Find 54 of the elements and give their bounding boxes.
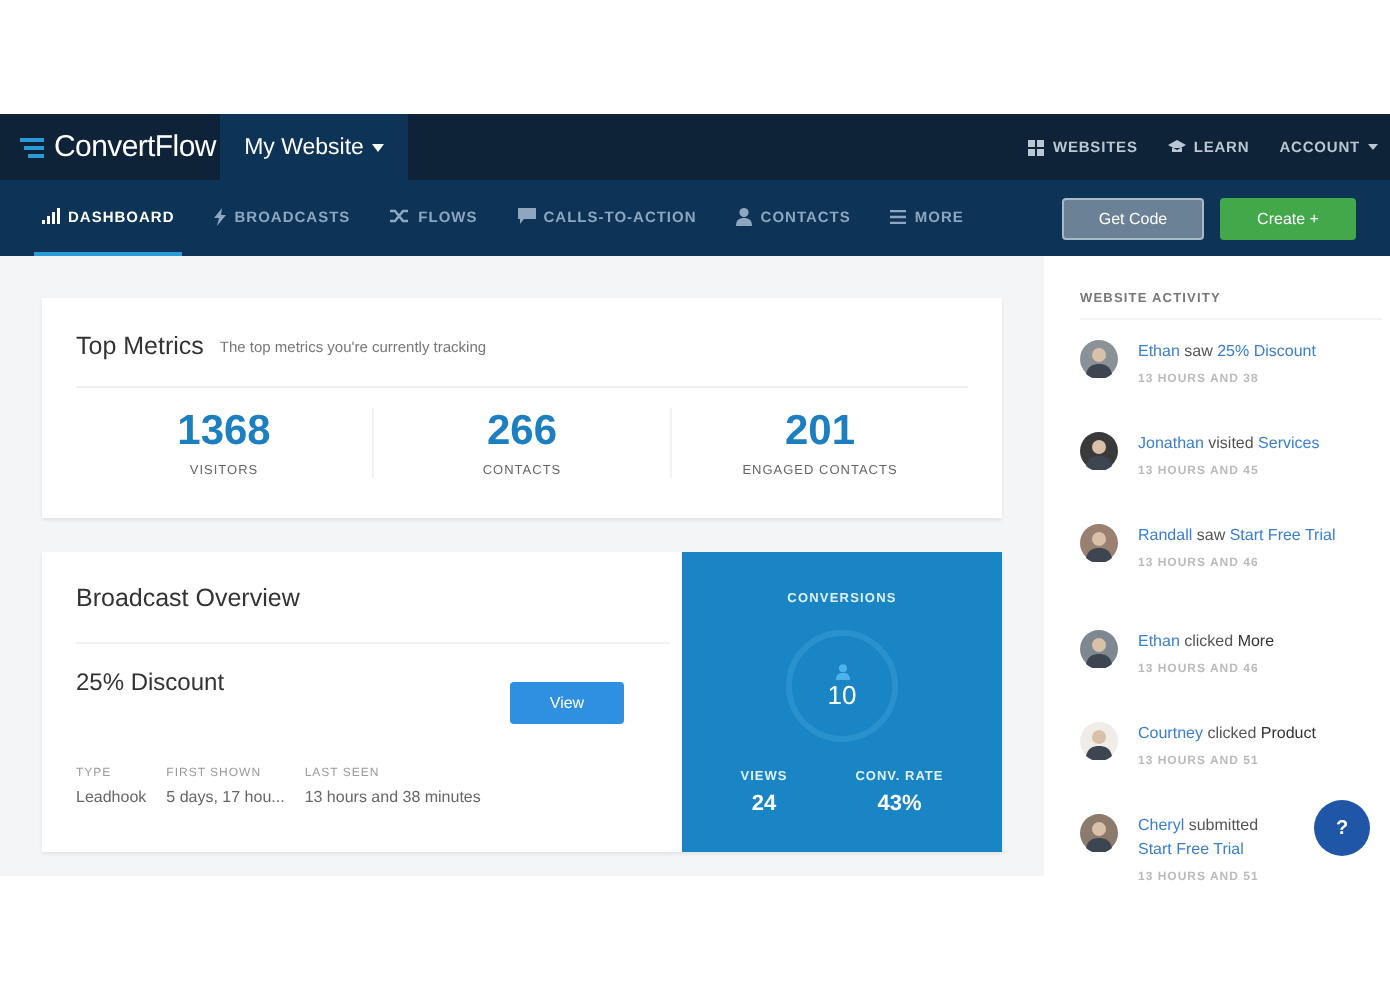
target-link[interactable]: 25% Discount — [1217, 342, 1316, 360]
action-button[interactable]: Get Code — [1062, 197, 1204, 239]
help-button[interactable]: ? — [1314, 800, 1370, 856]
avatar-icon — [1080, 630, 1118, 668]
lightning-icon — [214, 207, 227, 225]
activity-text: Jonathan visited Services — [1138, 432, 1322, 456]
card-title: Broadcast Overview — [76, 583, 300, 611]
activity-text: Cheryl submitted Start Free Trial — [1138, 814, 1261, 862]
view-button[interactable]: View — [510, 682, 624, 724]
user-link[interactable]: Jonathan — [1138, 434, 1204, 452]
user-link[interactable]: Randall — [1138, 526, 1193, 544]
user-link[interactable]: Courtney — [1138, 724, 1203, 742]
caret-icon — [371, 143, 384, 151]
logo-icon — [20, 137, 48, 157]
stat-value: 24 — [751, 792, 777, 816]
conversions-value: 10 — [827, 679, 857, 709]
menu-icon — [890, 209, 907, 223]
target-link[interactable]: Product — [1260, 724, 1316, 742]
activity-text: Ethan saw 25% Discount — [1138, 340, 1318, 364]
person-icon — [736, 207, 753, 225]
activity-text: Ethan clicked More — [1138, 630, 1277, 654]
metric-value: 266 — [486, 408, 558, 456]
detail-value: 13 hours and 38 minutes — [304, 788, 481, 806]
user-link[interactable]: Ethan — [1138, 342, 1180, 360]
avatar-icon — [1080, 524, 1118, 562]
action-button[interactable]: Create + — [1220, 197, 1356, 239]
user-link[interactable]: Cheryl — [1138, 816, 1185, 834]
target-link[interactable]: Start Free Trial — [1138, 840, 1244, 858]
caret-icon — [1368, 144, 1378, 150]
avatar-icon — [1080, 814, 1118, 852]
target-link[interactable]: More — [1237, 632, 1275, 650]
metric-value: 201 — [784, 408, 856, 456]
site-menu[interactable]: My Website — [220, 114, 408, 180]
stat-value: 43% — [877, 792, 922, 816]
detail-value: Leadhook — [76, 788, 147, 806]
card-title: Top Metrics — [76, 332, 204, 360]
broadcast-name: 25% Discount — [76, 668, 225, 696]
avatar-icon — [1080, 722, 1118, 760]
speech-bubble-icon — [517, 208, 536, 224]
person-icon — [835, 663, 849, 679]
detail-value: 5 days, 17 hou... — [166, 788, 285, 806]
metric-value: 1368 — [177, 408, 271, 456]
grid-icon — [1028, 139, 1045, 155]
target-link[interactable]: Services — [1258, 434, 1320, 452]
activity-text: Randall saw Start Free Trial — [1138, 524, 1338, 548]
target-link[interactable]: Start Free Trial — [1229, 526, 1336, 544]
brand-name: ConvertFlow — [54, 130, 216, 164]
avatar-icon — [1080, 432, 1118, 470]
graduation-cap-icon — [1167, 140, 1186, 154]
shuffle-icon — [390, 208, 411, 224]
avatar-icon — [1080, 340, 1118, 378]
activity-text: Courtney clicked Product — [1138, 722, 1318, 746]
bar-chart-icon — [42, 208, 60, 224]
user-link[interactable]: Ethan — [1138, 632, 1180, 650]
